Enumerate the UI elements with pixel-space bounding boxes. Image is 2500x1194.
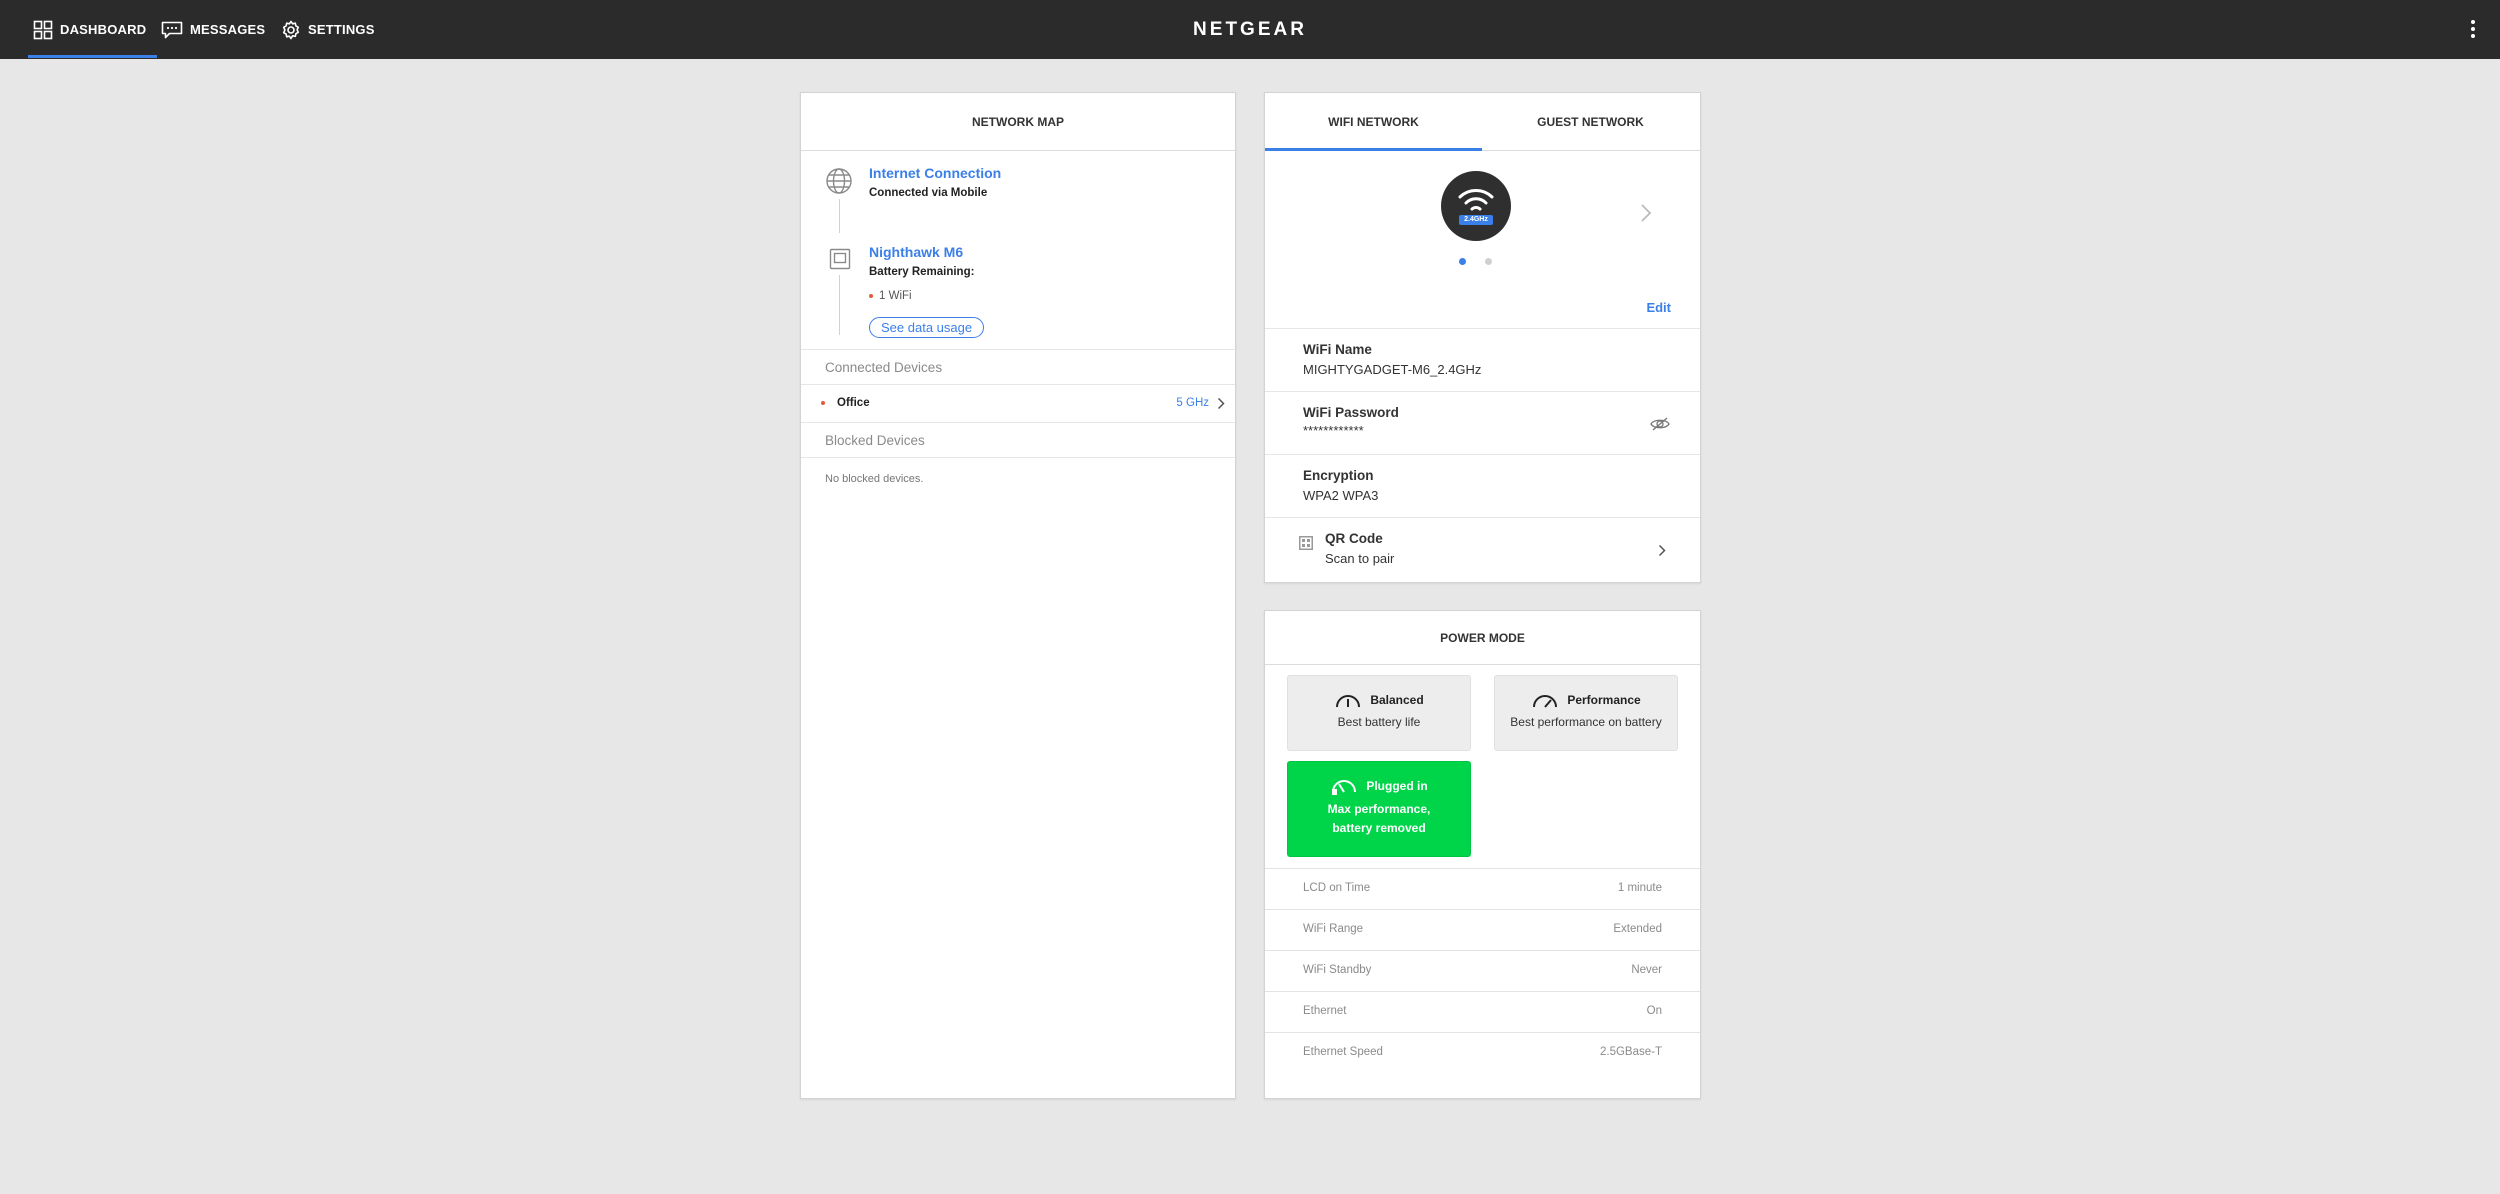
power-mode-desc: Best battery life [1337,715,1421,729]
power-mode-name: Balanced [1370,693,1424,707]
map-connector-line [839,275,840,335]
wifi-password-label: WiFi Password [1303,405,1399,420]
setting-row-lcd: LCD on Time 1 minute [1265,868,1700,909]
router-icon [829,248,851,270]
encryption-value: WPA2 WPA3 [1303,488,1379,503]
eye-hidden-icon[interactable] [1650,417,1670,431]
setting-key: Ethernet [1303,1005,1347,1017]
chevron-right-icon [1658,544,1666,557]
tab-active-indicator [1265,148,1482,151]
more-options-icon[interactable] [2468,16,2478,42]
tab-guest-network[interactable]: GUEST NETWORK [1482,93,1699,150]
map-connector-line [839,199,840,233]
carousel-dot-active[interactable] [1459,258,1466,265]
power-mode-plugged-in[interactable]: Plugged in Max performance, battery remo… [1287,761,1471,857]
wifi-password-field: WiFi Password ************ [1265,391,1700,454]
setting-row-wifi-standby: WiFi Standby Never [1265,950,1700,991]
power-mode-performance[interactable]: Performance Best performance on battery [1494,675,1678,751]
see-data-usage-button[interactable]: See data usage [869,317,985,338]
wifi-count: 1 WiFi [869,290,912,302]
speedometer-plug-icon [1332,780,1357,795]
setting-row-wifi-range: WiFi Range Extended [1265,909,1700,950]
device-name: Office [837,397,870,409]
setting-value: On [1646,1005,1662,1017]
internet-connection-link[interactable]: Internet Connection [869,165,1001,181]
network-map-title: NETWORK MAP [801,93,1235,151]
encryption-label: Encryption [1303,468,1374,483]
power-mode-balanced[interactable]: Balanced Best battery life [1287,675,1471,751]
edit-wifi-button[interactable]: Edit [1646,300,1671,315]
setting-value: 2.5GBase-T [1600,1046,1662,1058]
qr-code-label: QR Code [1325,531,1383,546]
setting-key: WiFi Range [1303,923,1364,935]
power-mode-name: Performance [1567,693,1641,707]
power-mode-title: POWER MODE [1265,611,1700,665]
setting-row-ethernet: Ethernet On [1265,991,1700,1032]
power-mode-name: Plugged in [1366,779,1428,793]
setting-row-ethernet-speed: Ethernet Speed 2.5GBase-T [1265,1032,1700,1073]
setting-value: 1 minute [1617,882,1662,894]
device-band: 5 GHz [1176,397,1209,409]
globe-icon [826,168,852,194]
top-nav-bar: DASHBOARD MESSAGES SETTINGS NETGEAR [0,0,2500,59]
wifi-count-label: 1 WiFi [879,290,912,302]
setting-key: LCD on Time [1303,882,1371,894]
power-mode-desc: Best performance on battery [1510,715,1662,729]
wifi-name-field: WiFi Name MIGHTYGADGET-M6_2.4GHz [1265,328,1700,391]
status-dot [869,293,873,298]
chevron-right-icon [1217,397,1225,410]
setting-key: WiFi Standby [1303,964,1372,976]
power-mode-card: POWER MODE Balanced Best battery life Pe… [1264,610,1701,1099]
network-map-card: NETWORK MAP Internet Connection Connecte… [800,92,1236,1099]
qr-code-row[interactable]: QR Code Scan to pair [1265,517,1700,580]
blocked-devices-header: Blocked Devices [801,422,1235,458]
qr-code-icon [1299,536,1313,550]
wifi-network-card: WIFI NETWORK GUEST NETWORK 2.4GHz Edit W… [1264,92,1701,583]
connected-devices-header: Connected Devices [801,349,1235,385]
setting-key: Ethernet Speed [1303,1046,1383,1058]
netgear-logo: NETGEAR [1193,18,1307,40]
setting-value: Extended [1613,923,1662,935]
connected-device-row[interactable]: Office 5 GHz [801,385,1235,423]
status-dot [821,401,825,405]
wifi-name-value: MIGHTYGADGET-M6_2.4GHz [1303,362,1482,377]
carousel-next-icon[interactable] [1640,203,1652,223]
internet-connection-status: Connected via Mobile [869,187,988,199]
wifi-tabs: WIFI NETWORK GUEST NETWORK [1265,93,1700,151]
power-mode-desc: Max performance, battery removed [1327,802,1431,835]
band-label: 2.4GHz [1459,215,1493,225]
tab-wifi-network[interactable]: WIFI NETWORK [1265,93,1482,150]
no-blocked-devices-text: No blocked devices. [825,473,924,485]
wifi-password-value: ************ [1303,423,1364,438]
speedometer-icon [1533,695,1558,708]
wifi-band-badge: 2.4GHz [1441,171,1511,241]
setting-value: Never [1631,964,1662,976]
wifi-name-label: WiFi Name [1303,342,1372,357]
wifi-icon [1458,189,1494,211]
encryption-field: Encryption WPA2 WPA3 [1265,454,1700,517]
carousel-dot[interactable] [1485,258,1492,265]
device-name-link[interactable]: Nighthawk M6 [869,244,963,260]
qr-code-value: Scan to pair [1325,551,1395,566]
speedometer-icon [1336,695,1361,708]
battery-remaining-label: Battery Remaining: [869,266,975,278]
